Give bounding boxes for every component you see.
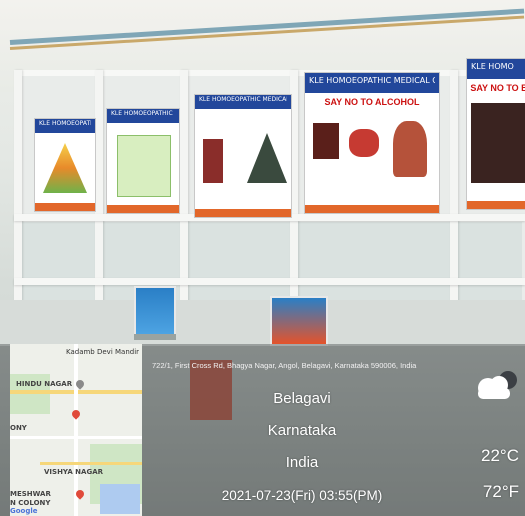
map-label: Kadamb Devi Mandir [66, 348, 140, 356]
food-pyramid-graphic [43, 143, 87, 193]
organ-graphic [349, 129, 379, 157]
stand-base [134, 334, 176, 340]
map-pin-icon [70, 408, 82, 420]
poster: KLE HOMOEOPATHIC MEDICAL COLLEGE [34, 118, 96, 212]
map-label: HINDU NAGAR [16, 380, 73, 388]
cloudy-icon [468, 368, 520, 404]
map-label: N COLONY [10, 499, 51, 507]
poster-org: KLE HOMOEOPATHIC MEDICAL COLLEGE [111, 110, 175, 117]
counter [0, 300, 525, 346]
map-attribution: Google [10, 507, 38, 515]
triangle-graphic [247, 133, 287, 183]
poster-headline: SAY NO TO ALCOHOL [324, 97, 420, 107]
poster: KLE HOMOEOPATHIC MEDICAL COLLEGE [194, 94, 292, 218]
photo-scene: KLE HOMOEOPATHIC MEDICAL COLLEGE KLE HOM… [0, 0, 525, 516]
human-figure-graphic [393, 121, 427, 177]
poster-image [203, 139, 223, 183]
address-text: 722/1, First Cross Rd, Bhagya Nagar, Ang… [152, 361, 417, 370]
poster-headline: SAY NO TO BE [470, 83, 525, 93]
map-label: ONY [10, 424, 27, 432]
map-thumbnail: Kadamb Devi Mandir HINDU NAGAR ONY VISHY… [10, 344, 142, 516]
poster: KLE HOMO SAY NO TO BE [466, 58, 525, 210]
poster-org: KLE HOMO [471, 62, 514, 71]
poster: KLE HOMOEOPATHIC MEDICAL COLLEGE [106, 108, 180, 214]
poster-image [313, 123, 339, 159]
display-stand [270, 296, 328, 346]
map-label: MESHWAR [10, 490, 51, 498]
map-label: VISHYA NAGAR [44, 468, 104, 476]
poster-org: KLE HOMOEOPATHIC MEDICAL COLLEGE [199, 96, 287, 103]
city-text: Belagavi [273, 390, 331, 407]
cabinet-shelf [14, 278, 525, 285]
poster-org: KLE HOMOEOPATHIC MEDICAL COLLEGE [309, 76, 435, 85]
poster: KLE HOMOEOPATHIC MEDICAL COLLEGE SAY NO … [304, 72, 440, 214]
country-text: India [285, 454, 319, 471]
datetime-text: 2021-07-23(Fri) 03:55(PM) [221, 488, 383, 503]
temperature-celsius: 22°C [481, 446, 519, 465]
poster-org: KLE HOMOEOPATHIC MEDICAL COLLEGE [39, 120, 91, 127]
state-text: Karnataka [267, 422, 337, 439]
display-stand [134, 286, 176, 336]
temperature-fahrenheit: 72°F [482, 482, 519, 501]
poster-image [471, 103, 525, 183]
nutrition-table-graphic [117, 135, 171, 197]
